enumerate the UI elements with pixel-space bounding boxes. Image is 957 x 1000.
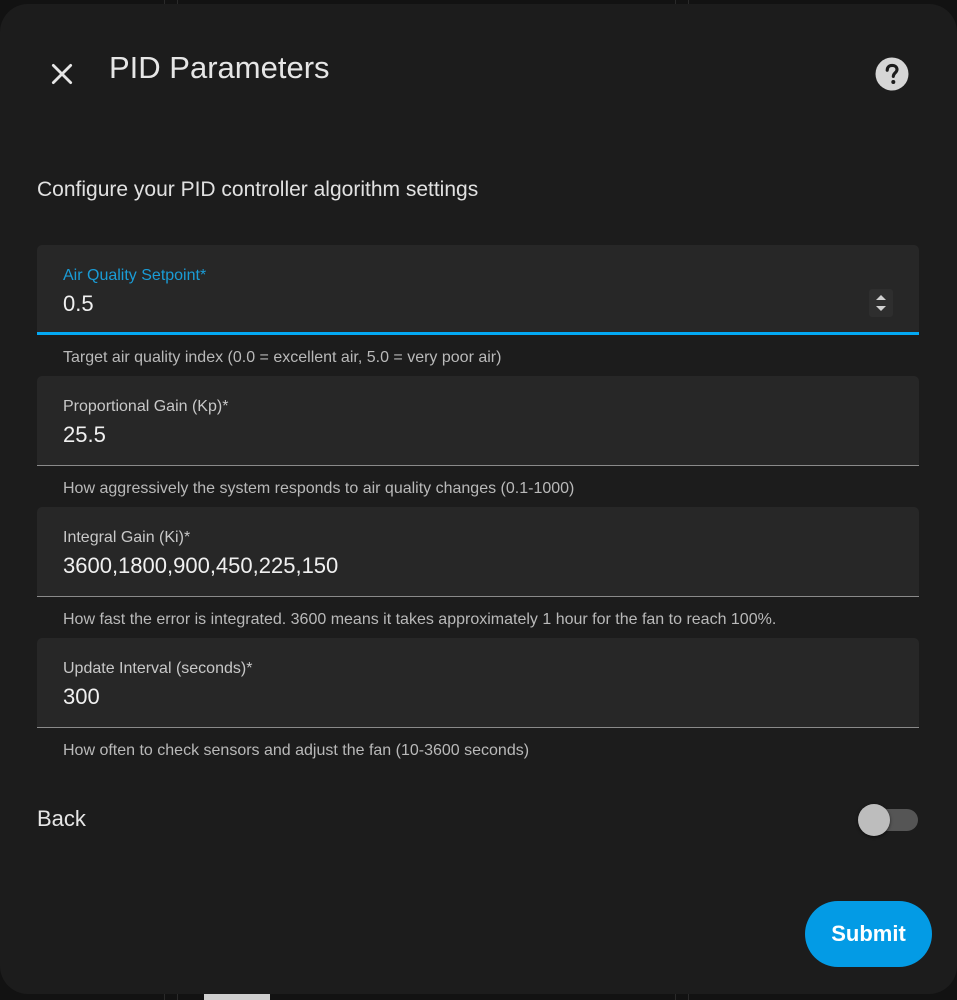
field-helper-text: How often to check sensors and adjust th… (63, 742, 530, 759)
backdrop-element (204, 993, 270, 1000)
pid-parameters-dialog: PID Parameters Configure your PID contro… (0, 4, 957, 994)
submit-button[interactable]: Submit (805, 901, 932, 967)
dialog-description: Configure your PID controller algorithm … (37, 178, 479, 201)
dialog-title: PID Parameters (109, 50, 330, 85)
integral-gain-field[interactable]: Integral Gain (Ki)* 3600,1800,900,450,22… (37, 507, 919, 597)
field-helper-text: How aggressively the system responds to … (63, 480, 575, 497)
help-circle-icon (875, 57, 909, 91)
proportional-gain-field[interactable]: Proportional Gain (Kp)* 25.5 (37, 376, 919, 466)
back-label: Back (37, 806, 86, 831)
field-label: Update Interval (seconds)* (63, 660, 253, 677)
field-value[interactable]: 3600,1800,900,450,225,150 (63, 551, 338, 581)
help-button[interactable] (868, 50, 916, 98)
field-value[interactable]: 25.5 (63, 420, 106, 450)
field-label: Proportional Gain (Kp)* (63, 398, 229, 415)
number-spinner[interactable] (869, 289, 893, 317)
close-button[interactable] (38, 50, 86, 98)
field-helper-text: Target air quality index (0.0 = excellen… (63, 349, 502, 366)
close-icon (51, 63, 73, 85)
back-toggle[interactable] (858, 804, 918, 836)
toggle-thumb (858, 804, 890, 836)
air-quality-setpoint-field[interactable]: Air Quality Setpoint* 0.5 (37, 245, 919, 335)
field-helper-text: How fast the error is integrated. 3600 m… (63, 611, 777, 628)
field-label: Air Quality Setpoint* (63, 267, 207, 284)
field-label: Integral Gain (Ki)* (63, 529, 191, 546)
update-interval-field[interactable]: Update Interval (seconds)* 300 (37, 638, 919, 728)
field-value[interactable]: 0.5 (63, 289, 94, 319)
spinner-arrows-icon (876, 295, 886, 311)
field-value[interactable]: 300 (63, 682, 100, 712)
